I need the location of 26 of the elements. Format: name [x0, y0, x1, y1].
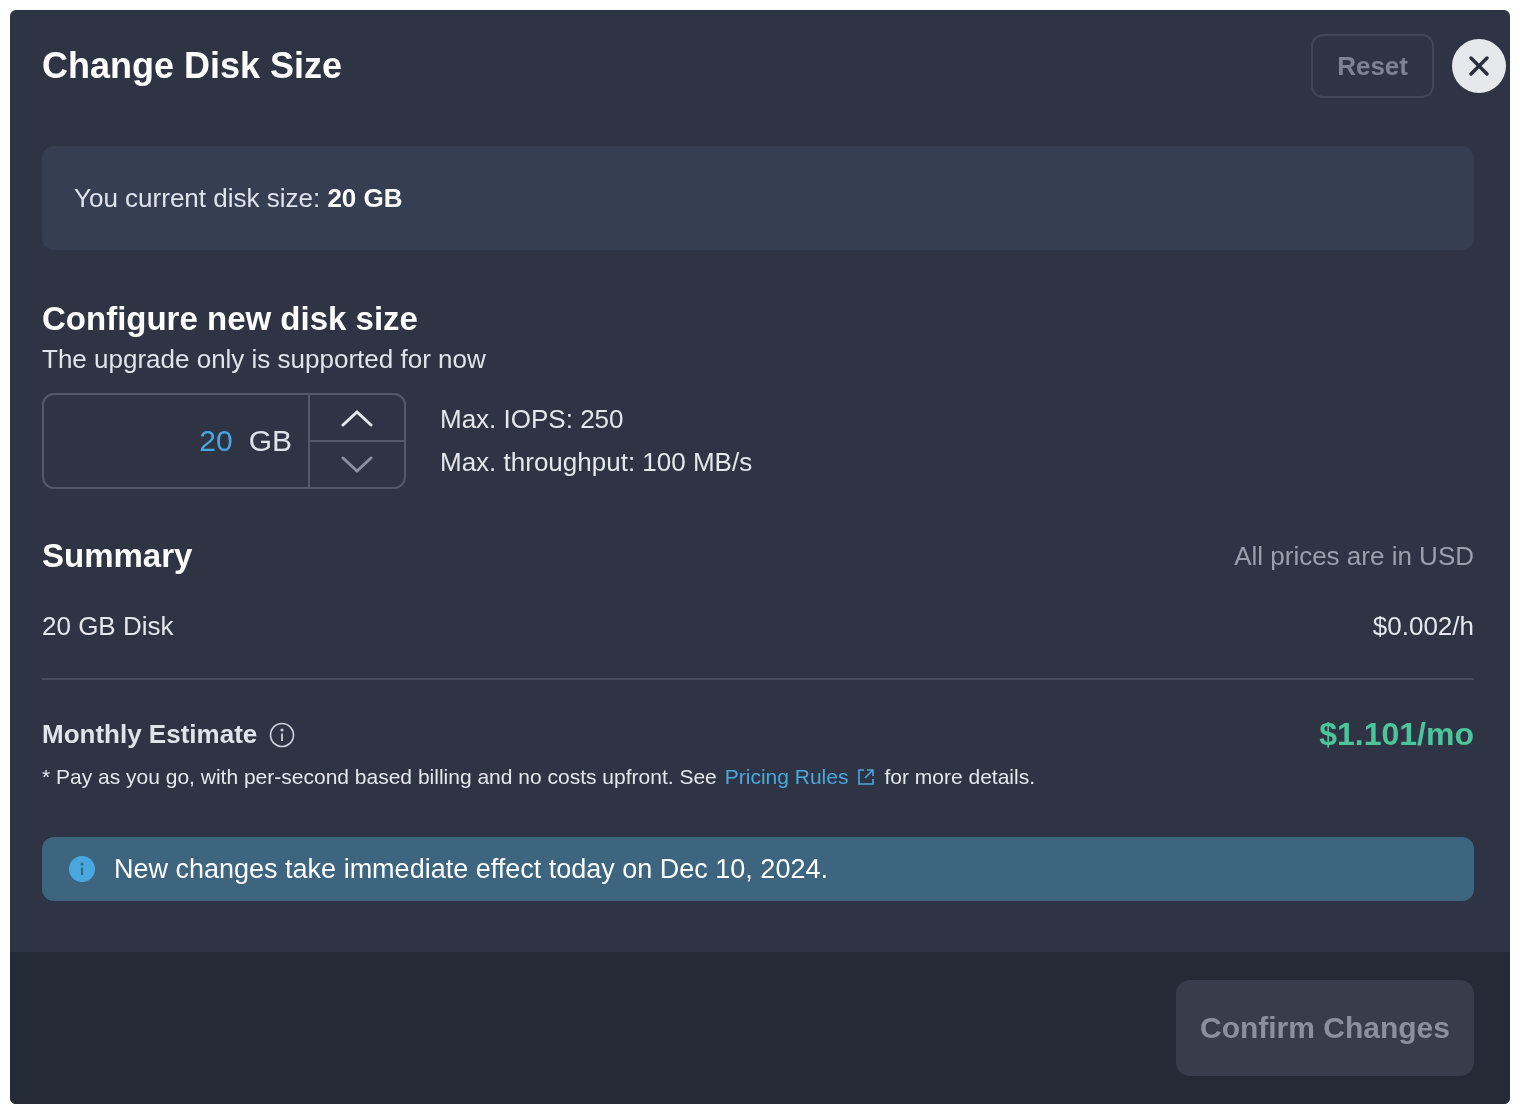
summary-title: Summary [42, 537, 193, 575]
currency-note: All prices are in USD [1234, 540, 1474, 572]
disk-size-value: 20 [199, 424, 233, 458]
external-link-icon [856, 767, 877, 787]
section-title: Configure new disk size [42, 300, 419, 338]
disk-size-stepper[interactable]: 20 GB [42, 393, 406, 489]
banner-text: New changes take immediate effect today on Dec 10, 2024. [114, 853, 828, 885]
chevron-down-icon [341, 455, 373, 474]
spec-text: Max. IOPS: 250 [440, 404, 625, 435]
spec-text: Max. throughput: 100 MB/s [440, 447, 753, 478]
item-price: $0.002/h [1372, 611, 1474, 642]
billing-note: for more details. [884, 765, 1036, 789]
close-icon [1467, 54, 1491, 78]
close-button[interactable] [1452, 39, 1506, 93]
current-disk-text: You current disk size: 20 GB [74, 182, 403, 214]
info-icon [68, 855, 96, 883]
section-subtitle: The upgrade only is supported for now [42, 344, 487, 375]
item-label: 20 GB Disk [42, 611, 174, 642]
dialog-title: Change Disk Size [42, 45, 343, 87]
billing-note: * Pay as you go, with per-second based billing and no costs upfront. See [42, 765, 717, 789]
monthly-price: $1.101/mo [1319, 716, 1474, 753]
chevron-up-icon [341, 408, 373, 427]
disk-size-unit: GB [248, 424, 292, 458]
pricing-rules-link[interactable]: Pricing Rules [724, 765, 849, 789]
info-icon[interactable] [269, 721, 296, 748]
monthly-estimate-label: Monthly Estimate [42, 719, 258, 750]
